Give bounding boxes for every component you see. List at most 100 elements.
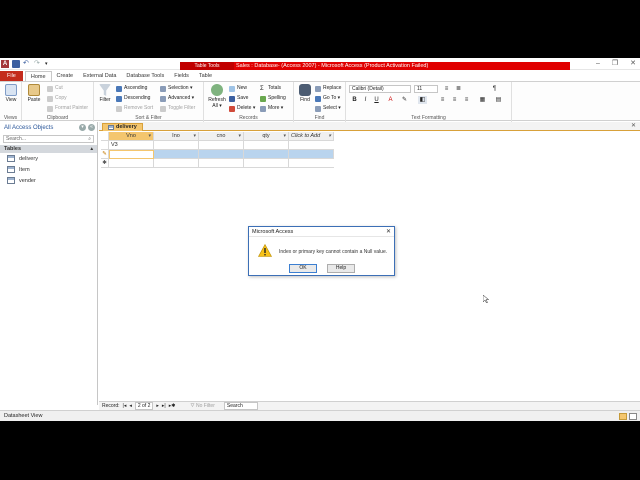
no-filter-indicator[interactable]: ⛛ No Filter	[190, 403, 215, 409]
minimize-button[interactable]: –	[596, 59, 600, 69]
pencil-icon[interactable]: ✎	[101, 150, 109, 159]
new-record-icon[interactable]: ✱	[101, 159, 109, 168]
align-center-icon[interactable]: ≡	[450, 96, 459, 104]
underline-icon[interactable]: U	[372, 96, 381, 104]
dropdown-arrow-icon[interactable]: ▾	[148, 132, 151, 141]
table-cell[interactable]	[244, 141, 289, 150]
italic-icon[interactable]: I	[361, 96, 370, 104]
ascending-button[interactable]: Ascending	[116, 84, 147, 93]
table-cell[interactable]	[154, 159, 199, 168]
nav-item-delivery[interactable]: delivery	[0, 153, 97, 164]
align-right-icon[interactable]: ≡	[462, 96, 471, 104]
shutter-bar-icon[interactable]: «	[88, 124, 95, 131]
table-cell[interactable]	[244, 150, 289, 159]
dialog-close-icon[interactable]: ✕	[386, 227, 391, 237]
tab-create[interactable]: Create	[52, 71, 79, 81]
spelling-button[interactable]: Spelling	[260, 94, 286, 103]
help-button[interactable]: Help	[327, 264, 355, 273]
tab-file[interactable]: File	[0, 71, 23, 81]
find-button[interactable]: Find	[296, 84, 314, 103]
column-header-vno[interactable]: Vno ▾	[109, 132, 154, 141]
bullets-icon[interactable]: ≡	[442, 85, 451, 93]
format-painter-button[interactable]: Format Painter	[47, 104, 88, 113]
table-cell[interactable]	[289, 150, 334, 159]
table-cell-active[interactable]	[109, 150, 154, 159]
tab-external-data[interactable]: External Data	[78, 71, 121, 81]
dropdown-arrow-icon[interactable]: ▾	[283, 132, 286, 141]
next-record-icon[interactable]: ▸	[156, 403, 159, 409]
tab-fields[interactable]: Fields	[169, 71, 194, 81]
table-cell[interactable]	[154, 141, 199, 150]
new-record-button[interactable]: New	[229, 84, 247, 93]
ok-button[interactable]: OK	[289, 264, 317, 273]
nav-search-input[interactable]: Search... ⌕	[3, 135, 94, 143]
align-left-icon[interactable]: ≡	[438, 96, 447, 104]
record-selector[interactable]	[101, 141, 109, 150]
redo-icon[interactable]: ↷	[34, 60, 42, 68]
save-icon[interactable]	[12, 60, 20, 68]
first-record-icon[interactable]: |◂	[123, 403, 127, 409]
table-cell[interactable]	[199, 159, 244, 168]
design-view-icon[interactable]	[629, 413, 637, 420]
font-name-select[interactable]: Calibri (Detail)	[349, 85, 411, 93]
column-header-cno[interactable]: cno ▾	[199, 132, 244, 141]
toggle-filter-button[interactable]: Toggle Filter	[160, 104, 195, 113]
table-cell[interactable]	[289, 141, 334, 150]
column-header-qty[interactable]: qty ▾	[244, 132, 289, 141]
dropdown-arrow-icon[interactable]: ▾	[328, 132, 331, 141]
table-cell[interactable]	[199, 150, 244, 159]
column-header-ino[interactable]: Ino ▾	[154, 132, 199, 141]
nav-item-vender[interactable]: vender	[0, 175, 97, 186]
paste-button[interactable]: Paste	[25, 84, 43, 103]
replace-button[interactable]: Replace	[315, 84, 341, 93]
remove-sort-button[interactable]: Remove Sort	[116, 104, 153, 113]
selection-button[interactable]: Selection ▾	[160, 84, 192, 93]
restore-button[interactable]: ❐	[612, 59, 618, 69]
close-button[interactable]: ✕	[630, 59, 636, 69]
datasheet-view-icon[interactable]	[619, 413, 627, 420]
font-color-icon[interactable]: A	[386, 96, 395, 104]
more-button[interactable]: More ▾	[260, 104, 283, 113]
descending-button[interactable]: Descending	[116, 94, 150, 103]
dropdown-arrow-icon[interactable]: ▾	[238, 132, 241, 141]
save-record-button[interactable]: Save	[229, 94, 248, 103]
select-all-cell[interactable]	[101, 132, 109, 141]
nav-pane-header[interactable]: All Access Objects ▾ «	[0, 122, 97, 134]
alt-row-color-icon[interactable]: ▤	[494, 96, 503, 104]
table-cell[interactable]	[244, 159, 289, 168]
dropdown-arrow-icon[interactable]: ▾	[193, 132, 196, 141]
nav-menu-icon[interactable]: ▾	[79, 124, 86, 131]
select-button[interactable]: Select ▾	[315, 104, 341, 113]
bold-icon[interactable]: B	[350, 96, 359, 104]
document-tab-delivery[interactable]: delivery	[102, 123, 143, 131]
background-color-icon[interactable]: ◧	[418, 96, 427, 104]
new-record-nav-icon[interactable]: ▸✱	[169, 403, 176, 409]
copy-button[interactable]: Copy	[47, 94, 67, 103]
last-record-icon[interactable]: ▸|	[162, 403, 166, 409]
close-document-icon[interactable]: ✕	[631, 122, 636, 131]
delete-record-button[interactable]: Delete ▾	[229, 104, 255, 113]
gridlines-icon[interactable]: ▦	[478, 96, 487, 104]
highlight-icon[interactable]: ✎	[400, 96, 409, 104]
tab-database-tools[interactable]: Database Tools	[121, 71, 169, 81]
advanced-button[interactable]: Advanced ▾	[160, 94, 194, 103]
filter-button[interactable]: Filter	[96, 84, 114, 103]
cut-button[interactable]: Cut	[47, 84, 63, 93]
tab-table[interactable]: Table	[194, 71, 217, 81]
view-button[interactable]: View	[2, 84, 20, 103]
undo-icon[interactable]: ↶	[23, 60, 31, 68]
record-search-input[interactable]: Search	[223, 402, 258, 410]
tab-home[interactable]: Home	[24, 71, 52, 81]
record-position-input[interactable]: 2 of 2	[134, 402, 154, 410]
table-cell[interactable]	[154, 150, 199, 159]
table-cell[interactable]	[199, 141, 244, 150]
text-direction-icon[interactable]: ¶	[490, 85, 499, 93]
totals-button[interactable]: Σ Totals	[260, 84, 281, 93]
go-to-button[interactable]: Go To ▾	[315, 94, 340, 103]
previous-record-icon[interactable]: ◂	[129, 403, 132, 409]
nav-group-tables[interactable]: Tables ▴	[0, 145, 97, 153]
table-cell[interactable]	[109, 159, 154, 168]
table-cell[interactable]	[289, 159, 334, 168]
customize-qat-icon[interactable]: ▾	[45, 60, 53, 68]
refresh-all-button[interactable]: Refresh All ▾	[206, 84, 228, 109]
